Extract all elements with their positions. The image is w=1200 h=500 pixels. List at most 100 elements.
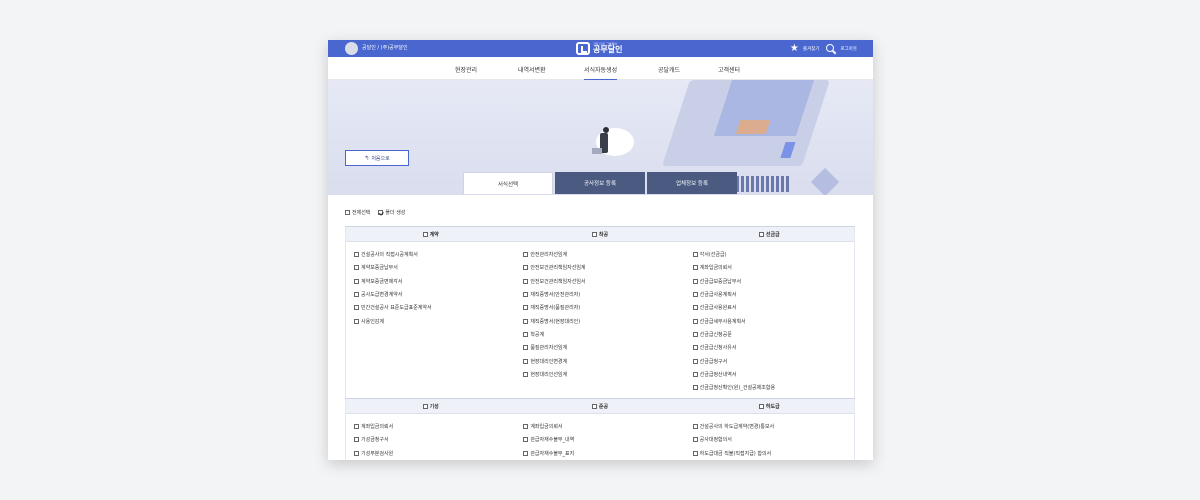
form-item[interactable]: 착공계 [523, 328, 684, 341]
form-item[interactable]: 선금급정산내역서 [692, 368, 854, 381]
form-item[interactable]: 안전보건관리책임자선임계 [523, 261, 684, 274]
form-item-label: 계약보증금납부서 [361, 265, 398, 272]
form-item-label: 기성부분검사원 [361, 450, 394, 457]
header-advance-payment[interactable]: 선금급 [685, 227, 854, 241]
company-name: 공달인 / (주)공무달인 [362, 45, 408, 51]
star-icon[interactable]: ★ [790, 42, 799, 55]
form-item[interactable]: 계좌입금의뢰서 [354, 420, 515, 433]
form-item-label: 공사도급변경계약서 [361, 292, 403, 299]
tab-form-select[interactable]: 서식선택 [463, 172, 553, 194]
form-item[interactable]: 하도급대금 직불(직접지급) 합의서 [692, 447, 854, 460]
form-item[interactable]: 선금급사용계획서 [692, 288, 854, 301]
header-subcontract[interactable]: 하도급 [685, 399, 854, 413]
avatar[interactable] [345, 42, 358, 55]
form-item[interactable]: 안전관리자선임계 [523, 248, 684, 261]
form-item[interactable]: 관급자재수불부_표지 [523, 447, 684, 460]
checkbox-icon [523, 331, 529, 337]
form-item-label: 하도급대금 직불(직접지급) 합의서 [699, 450, 772, 457]
keyboard-illustration [736, 176, 790, 192]
form-item[interactable]: 선금급세부사용계획서 [692, 314, 854, 327]
form-item[interactable]: 계약보증금납부서 [354, 261, 515, 274]
checkbox-icon [692, 305, 698, 311]
form-item-label: 안전관리자선임계 [530, 252, 568, 259]
form-item[interactable]: 공사대정합의서 [692, 433, 854, 446]
form-item[interactable]: 공사도급변경계약서 [354, 288, 515, 301]
form-item-label: 품질관리자선임계 [530, 345, 568, 352]
favorites-link[interactable]: 즐겨찾기 [803, 46, 820, 52]
form-item-label: 관급자재수불부_내역 [530, 437, 575, 444]
form-item-label: 선금급사용계획서 [699, 292, 737, 299]
select-all-checkbox[interactable]: 전체선택 [345, 209, 370, 216]
logo-icon [576, 42, 590, 55]
checkbox-icon [692, 331, 698, 337]
checkbox-icon [354, 292, 359, 298]
form-item[interactable]: 각서(선금급) [692, 248, 854, 261]
tab-company-info[interactable]: 업체정보 등록 [647, 172, 737, 194]
form-item-label: 착공계 [530, 331, 545, 338]
search-icon[interactable] [826, 43, 836, 54]
form-item[interactable]: 재직증명서(품질관리자) [523, 301, 684, 314]
form-item-label: 건설공사의 직접시공계획서 [361, 252, 418, 259]
column: 계좌입금의뢰서기성금청구서기성부분검사원임금지급확인서 [346, 420, 515, 460]
form-item[interactable]: 민간건설공사 표준도급표준계약서 [354, 301, 515, 314]
section-body: 계좌입금의뢰서기성금청구서기성부분검사원임금지급확인서 계좌입금의뢰서관급자재수… [346, 414, 854, 460]
checkbox-icon [354, 265, 359, 271]
app-window: 공달인 / (주)공무달인 가장 다운 그룹웨어 공무달인 ★ 즐겨찾기 로그아… [328, 40, 873, 460]
form-item[interactable]: 선금급신청사유서 [692, 341, 854, 354]
form-item[interactable]: 관급자재수불부_내역 [523, 433, 684, 446]
form-item[interactable]: 선금급신청공문 [692, 328, 854, 341]
nav-item-cad[interactable]: 공달캐드 [658, 65, 680, 74]
header-construction-start[interactable]: 착공 [515, 227, 684, 241]
form-item[interactable]: 건설공사의 직접시공계획서 [354, 248, 515, 261]
create-folder-checkbox[interactable]: 폴더 생성 [378, 209, 405, 216]
create-folder-label: 폴더 생성 [385, 210, 406, 216]
tab-project-info[interactable]: 공사정보 등록 [555, 172, 645, 194]
nav-item-estimate-convert[interactable]: 내역서변환 [518, 65, 546, 74]
checkbox-icon [692, 358, 698, 364]
section-contract-construction-advance: 계약 착공 선금급 건설공사의 직접시공계획서계약보증금납부서계약보증금면제각서… [345, 226, 855, 399]
checkbox-icon [422, 231, 428, 237]
form-item-label: 각서(선금급) [699, 252, 727, 259]
nav-item-site-management[interactable]: 현장관리 [455, 65, 477, 74]
checkbox-icon [422, 403, 428, 409]
checkbox-icon [758, 403, 764, 409]
form-item-label: 계좌입금의뢰서 [361, 424, 394, 431]
person-laptop-illustration [592, 148, 602, 154]
form-item[interactable]: 재직증명서(현장대리인) [523, 314, 684, 327]
form-item[interactable]: 계좌입금의뢰서 [692, 261, 854, 274]
nav-item-customer-center[interactable]: 고객센터 [718, 65, 740, 74]
form-item[interactable]: 계약보증금면제각서 [354, 275, 515, 288]
form-item[interactable]: 계좌입금의뢰서 [523, 420, 684, 433]
header-contract[interactable]: 계약 [346, 227, 515, 241]
form-item[interactable]: 현장대리인변경계 [523, 354, 684, 367]
form-item[interactable]: 선금급청구서 [692, 354, 854, 367]
logout-link[interactable]: 로그아웃 [840, 46, 857, 52]
form-item[interactable]: 건설공사의 하도급계약(변경)통보서 [692, 420, 854, 433]
checkbox-icon [692, 292, 698, 298]
form-item[interactable]: 품질관리자선임계 [523, 341, 684, 354]
form-item[interactable]: 기성부분검사원 [354, 447, 515, 460]
form-item[interactable]: 선금급사용완료서 [692, 301, 854, 314]
header-label: 준공 [598, 403, 609, 410]
form-item[interactable]: 재직증명서(안전관리자) [523, 288, 684, 301]
form-item[interactable]: 선금급정산확인(원)_건설공제조합용 [692, 381, 854, 394]
form-item[interactable]: 선금급보증금납부서 [692, 275, 854, 288]
form-item[interactable]: 사용인감계 [354, 314, 515, 327]
logo[interactable]: 가장 다운 그룹웨어 공무달인 [576, 41, 622, 56]
header-label: 계약 [429, 231, 439, 238]
form-item[interactable]: 기성금청구서 [354, 433, 515, 446]
checkbox-icon [345, 210, 350, 215]
header-completion[interactable]: 준공 [515, 399, 684, 413]
back-to-start-button[interactable]: ↰ 처음으로 [345, 150, 409, 166]
checkbox-icon [523, 318, 529, 324]
nav-item-form-auto-create[interactable]: 서식자동생성 [584, 65, 618, 80]
header-label: 기성 [429, 403, 439, 410]
form-item[interactable]: 현장대리인선임계 [523, 368, 684, 381]
form-item-label: 계좌입금의뢰서 [699, 265, 732, 272]
back-button-label: 처음으로 [371, 155, 390, 162]
header-progress-payment[interactable]: 기성 [346, 399, 515, 413]
form-item-label: 건설공사의 하도급계약(변경)통보서 [699, 424, 775, 431]
form-item[interactable]: 안전보건관리책임자선임서 [523, 275, 684, 288]
form-item-label: 재직증명서(품질관리자) [530, 305, 581, 312]
form-item-label: 안전보건관리책임자선임계 [530, 265, 586, 272]
